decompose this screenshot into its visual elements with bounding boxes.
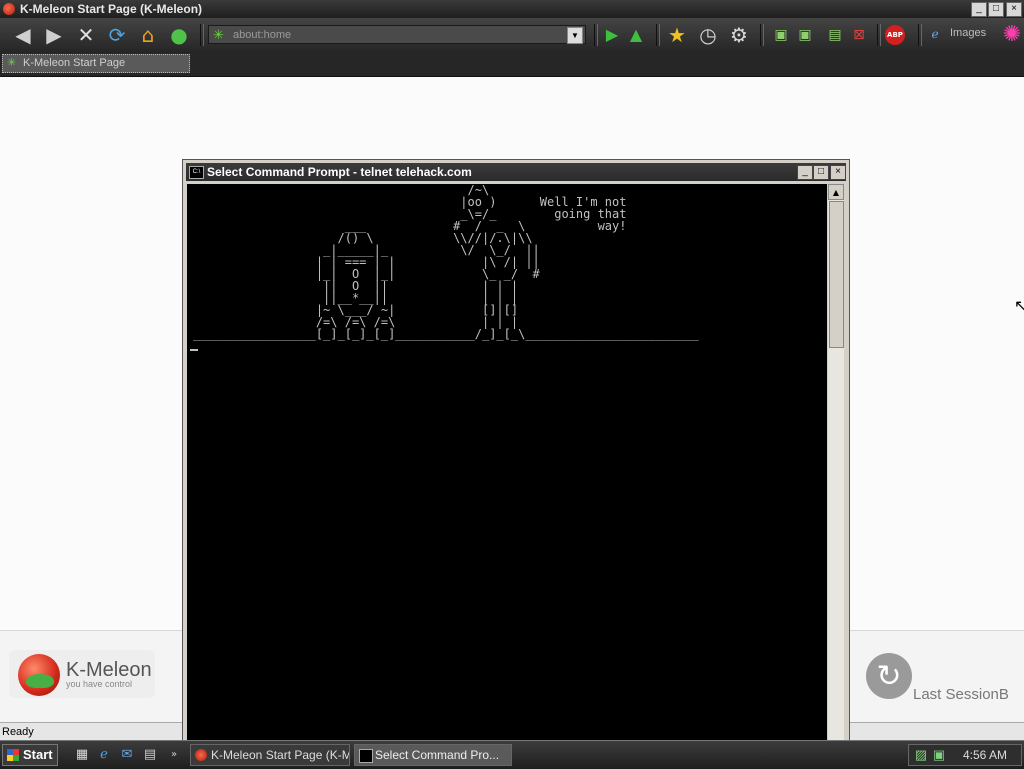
command-prompt-window[interactable]: C:\ Select Command Prompt - telnet teleh…	[182, 159, 850, 741]
cmd-close-button[interactable]: ×	[830, 165, 846, 180]
cmd-task-icon	[359, 749, 373, 763]
window-icon-1[interactable]: ▣	[769, 23, 793, 47]
address-dropdown-icon[interactable]: ▼	[567, 27, 583, 44]
toolbar-separator	[656, 24, 660, 46]
cmd-minimize-button[interactable]: _	[797, 165, 813, 180]
adblock-icon[interactable]: ABP	[885, 25, 905, 45]
taskbar-item-cmd[interactable]: Select Command Pro...	[354, 744, 512, 766]
up-level-icon[interactable]: ▲	[624, 23, 648, 47]
history-clock-icon[interactable]: ◷	[696, 23, 720, 47]
new-window-icon[interactable]: ▤	[823, 23, 847, 47]
task-label: K-Meleon Start Page (K-M...	[211, 748, 350, 762]
show-desktop-icon[interactable]: ▦	[74, 747, 90, 763]
reload-icon[interactable]: ⟳	[105, 23, 129, 47]
navigation-toolbar: ◀ ▶ ✕ ⟳ ⌂ ● ✳ about:home ▼ ▶ ▲ ★ ◷ ⚙ ▣ ▣…	[0, 18, 1024, 53]
kmeleon-app-icon	[3, 3, 15, 15]
kmeleon-throbber-icon: ✺	[1002, 22, 1022, 47]
page-loading-icon: ✳	[213, 27, 224, 42]
cmd-maximize-button[interactable]: □	[813, 165, 829, 180]
console-caret	[190, 349, 198, 351]
toolbar-separator	[760, 24, 764, 46]
last-session-link[interactable]: Last SessionB	[913, 686, 1009, 703]
brand-tagline: you have control	[66, 679, 133, 689]
browser-title-bar: K-Meleon Start Page (K-Meleon) _ □ ×	[0, 0, 1024, 18]
scroll-thumb[interactable]	[829, 201, 844, 348]
window-icon-2[interactable]: ▣	[793, 23, 817, 47]
close-window-icon[interactable]: ⊠	[847, 23, 871, 47]
quicklaunch-more-icon[interactable]: »	[166, 747, 182, 763]
clock: 4:56 AM	[962, 748, 1007, 762]
restore-session-icon[interactable]: ↻	[866, 653, 912, 699]
windows-flag-icon	[7, 749, 19, 761]
globe-icon[interactable]: ●	[167, 23, 191, 47]
kmeleon-task-icon	[195, 749, 207, 761]
ie-icon: ℯ	[931, 27, 939, 41]
bookmarks-star-icon[interactable]: ★	[665, 23, 689, 47]
tab-favicon-icon: ✳	[7, 57, 17, 69]
cmd-scrollbar[interactable]: ▲	[828, 184, 844, 740]
task-label: Select Command Pro...	[375, 748, 500, 762]
images-label: Images	[950, 27, 987, 39]
toolbar-separator	[594, 24, 598, 46]
home-icon[interactable]: ⌂	[136, 23, 160, 47]
kmeleon-logo-icon	[18, 654, 60, 696]
mouse-cursor-icon: ↖	[1014, 296, 1024, 315]
start-button[interactable]: Start	[2, 744, 58, 766]
start-label: Start	[23, 747, 53, 762]
taskbar-item-kmeleon[interactable]: K-Meleon Start Page (K-M...	[190, 744, 350, 766]
console-output[interactable]: /~\ |oo ) Well I'm not _\=/_ going that …	[187, 184, 827, 740]
toolbar-separator	[877, 24, 881, 46]
address-text: about:home	[233, 29, 292, 41]
settings-gear-icon[interactable]: ⚙	[727, 23, 751, 47]
minimize-button[interactable]: _	[971, 2, 987, 17]
system-tray: ▨ ▣ 4:56 AM	[908, 744, 1022, 766]
network-tray-icon[interactable]: ▨	[913, 747, 929, 763]
scroll-up-icon[interactable]: ▲	[828, 184, 844, 200]
back-icon[interactable]: ◀	[11, 23, 35, 47]
media-icon[interactable]: ▤	[142, 747, 158, 763]
tab-kmeleon-start-page[interactable]: ✳ K-Meleon Start Page	[2, 54, 190, 73]
ascii-art: /~\ |oo ) Well I'm not _\=/_ going that …	[193, 183, 699, 341]
cmd-title: Select Command Prompt - telnet telehack.…	[207, 165, 472, 179]
address-bar[interactable]: ✳ about:home ▼	[208, 25, 586, 44]
forward-icon[interactable]: ▶	[42, 23, 66, 47]
toolbar-separator	[918, 24, 922, 46]
internet-explorer-icon[interactable]: ℯ	[96, 747, 112, 763]
maximize-button[interactable]: □	[988, 2, 1004, 17]
toolbar-separator	[200, 24, 204, 46]
outlook-icon[interactable]: ✉	[119, 747, 135, 763]
status-text: Ready	[2, 726, 34, 738]
cmd-icon: C:\	[189, 166, 204, 179]
tray-app-icon[interactable]: ▣	[931, 747, 947, 763]
go-icon[interactable]: ▶	[600, 23, 624, 47]
tab-bar: ✳ K-Meleon Start Page	[0, 52, 1024, 77]
taskbar: Start ▦ ℯ ✉ ▤ » K-Meleon Start Page (K-M…	[0, 740, 1024, 769]
window-title: K-Meleon Start Page (K-Meleon)	[20, 2, 203, 16]
tab-label: K-Meleon Start Page	[23, 57, 126, 69]
close-button[interactable]: ×	[1006, 2, 1022, 17]
cmd-title-bar[interactable]: C:\ Select Command Prompt - telnet teleh…	[186, 163, 846, 181]
stop-icon[interactable]: ✕	[74, 23, 98, 47]
